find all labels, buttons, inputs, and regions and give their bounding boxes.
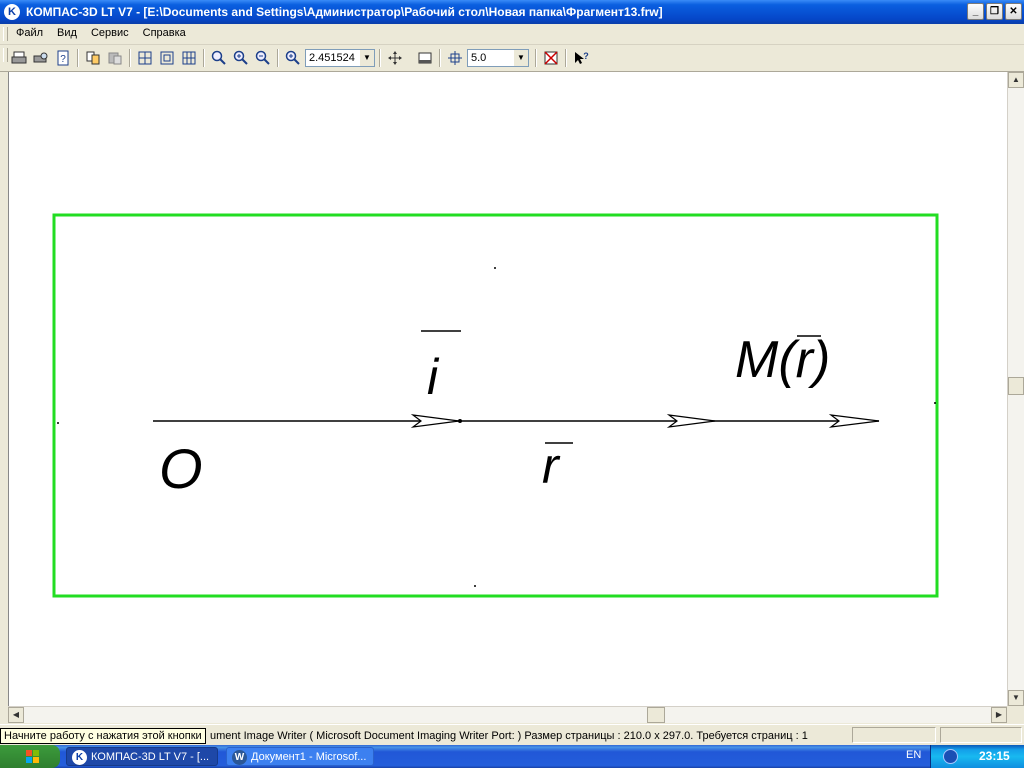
horizontal-scrollbar[interactable]: ◀ ▶ [8, 706, 1007, 723]
scroll-right-icon[interactable]: ▶ [991, 707, 1007, 723]
label-radius-vector: r [542, 438, 561, 494]
context-help-icon[interactable]: ? [571, 48, 591, 68]
menu-grip [3, 27, 8, 41]
minimize-button[interactable]: _ [967, 3, 984, 20]
label-unit-vector: i [427, 349, 440, 405]
select-window-icon[interactable] [157, 48, 177, 68]
task-label: КОМПАС-3D LT V7 - [... [91, 751, 210, 763]
svg-text:?: ? [583, 51, 589, 61]
vertical-scroll-thumb[interactable] [1008, 377, 1024, 395]
menu-service[interactable]: Сервис [91, 27, 129, 39]
window-controls: _ ❐ ✕ [967, 3, 1022, 20]
label-point: M(r) [735, 331, 830, 389]
close-button[interactable]: ✕ [1005, 3, 1022, 20]
menu-file[interactable]: Файл [16, 27, 43, 39]
task-word[interactable]: W Документ1 - Microsof... [226, 747, 374, 766]
zoom-in-icon[interactable] [231, 48, 251, 68]
tooltip: Начните работу с нажатия этой кнопки [0, 728, 206, 744]
window-title: КОМПАС-3D LT V7 - [E:\Documents and Sett… [26, 5, 663, 19]
task-kompas[interactable]: K КОМПАС-3D LT V7 - [... [66, 747, 218, 766]
print-icon[interactable] [9, 48, 29, 68]
language-indicator[interactable]: EN [906, 749, 921, 761]
page-fit-icon[interactable] [415, 48, 435, 68]
main-toolbar: ? 2.451524 ▼ 5.0 ▼ ? [0, 45, 1024, 72]
word-icon: W [232, 750, 247, 765]
scroll-down-icon[interactable]: ▼ [1008, 690, 1024, 706]
zoom-value: 2.451524 [309, 52, 355, 64]
paste-icon[interactable] [105, 48, 125, 68]
arrowhead-m [828, 414, 880, 428]
toolbar-grip [3, 48, 8, 62]
status-pane [852, 727, 936, 743]
grid-icon[interactable] [179, 48, 199, 68]
help-doc-icon[interactable]: ? [53, 48, 73, 68]
copy-icon[interactable] [83, 48, 103, 68]
fragment-drawing: O i r M(r) [52, 213, 939, 598]
pan-icon[interactable] [385, 48, 405, 68]
tray-icon[interactable] [943, 749, 958, 764]
label-origin: O [159, 437, 203, 500]
horizontal-scroll-thumb[interactable] [647, 707, 665, 723]
step-combo[interactable]: 5.0 ▼ [467, 49, 529, 67]
svg-text:?: ? [60, 54, 66, 65]
menu-bar: Файл Вид Сервис Справка [0, 24, 1024, 45]
scroll-up-icon[interactable]: ▲ [1008, 72, 1024, 88]
step-value: 5.0 [471, 52, 487, 64]
status-pane [940, 727, 1022, 743]
menu-view[interactable]: Вид [57, 27, 77, 39]
step-cursor-icon[interactable] [445, 48, 465, 68]
chevron-down-icon[interactable]: ▼ [514, 50, 528, 66]
status-printer-text: ument Image Writer ( Microsoft Document … [210, 730, 808, 742]
print-preview-icon[interactable] [31, 48, 51, 68]
menu-help[interactable]: Справка [143, 27, 186, 39]
windows-flag-icon [26, 750, 39, 763]
scroll-corner [1007, 706, 1024, 723]
zoom-icon[interactable] [209, 48, 229, 68]
zoom-combo[interactable]: 2.451524 ▼ [305, 49, 375, 67]
drawing-canvas[interactable]: O i r M(r) [8, 72, 1008, 706]
start-button[interactable] [0, 745, 60, 768]
taskbar: K КОМПАС-3D LT V7 - [... W Документ1 - M… [0, 745, 1024, 768]
scroll-left-icon[interactable]: ◀ [8, 707, 24, 723]
view-icon[interactable] [541, 48, 561, 68]
zoom-scale-icon[interactable] [283, 48, 303, 68]
chevron-down-icon[interactable]: ▼ [360, 50, 374, 66]
vertical-scrollbar[interactable]: ▲ ▼ [1007, 72, 1024, 706]
kompas-logo-icon[interactable]: K [4, 4, 20, 20]
kompas-logo-icon: K [72, 750, 87, 765]
restore-button[interactable]: ❐ [986, 3, 1003, 20]
select-all-icon[interactable] [135, 48, 155, 68]
system-tray: 23:15 [930, 745, 1024, 768]
task-label: Документ1 - Microsof... [251, 751, 367, 763]
zoom-out-icon[interactable] [253, 48, 273, 68]
frame-border [52, 213, 939, 598]
title-bar: K КОМПАС-3D LT V7 - [E:\Documents and Se… [0, 0, 1024, 24]
clock[interactable]: 23:15 [979, 749, 1010, 763]
point-dot [458, 419, 462, 423]
